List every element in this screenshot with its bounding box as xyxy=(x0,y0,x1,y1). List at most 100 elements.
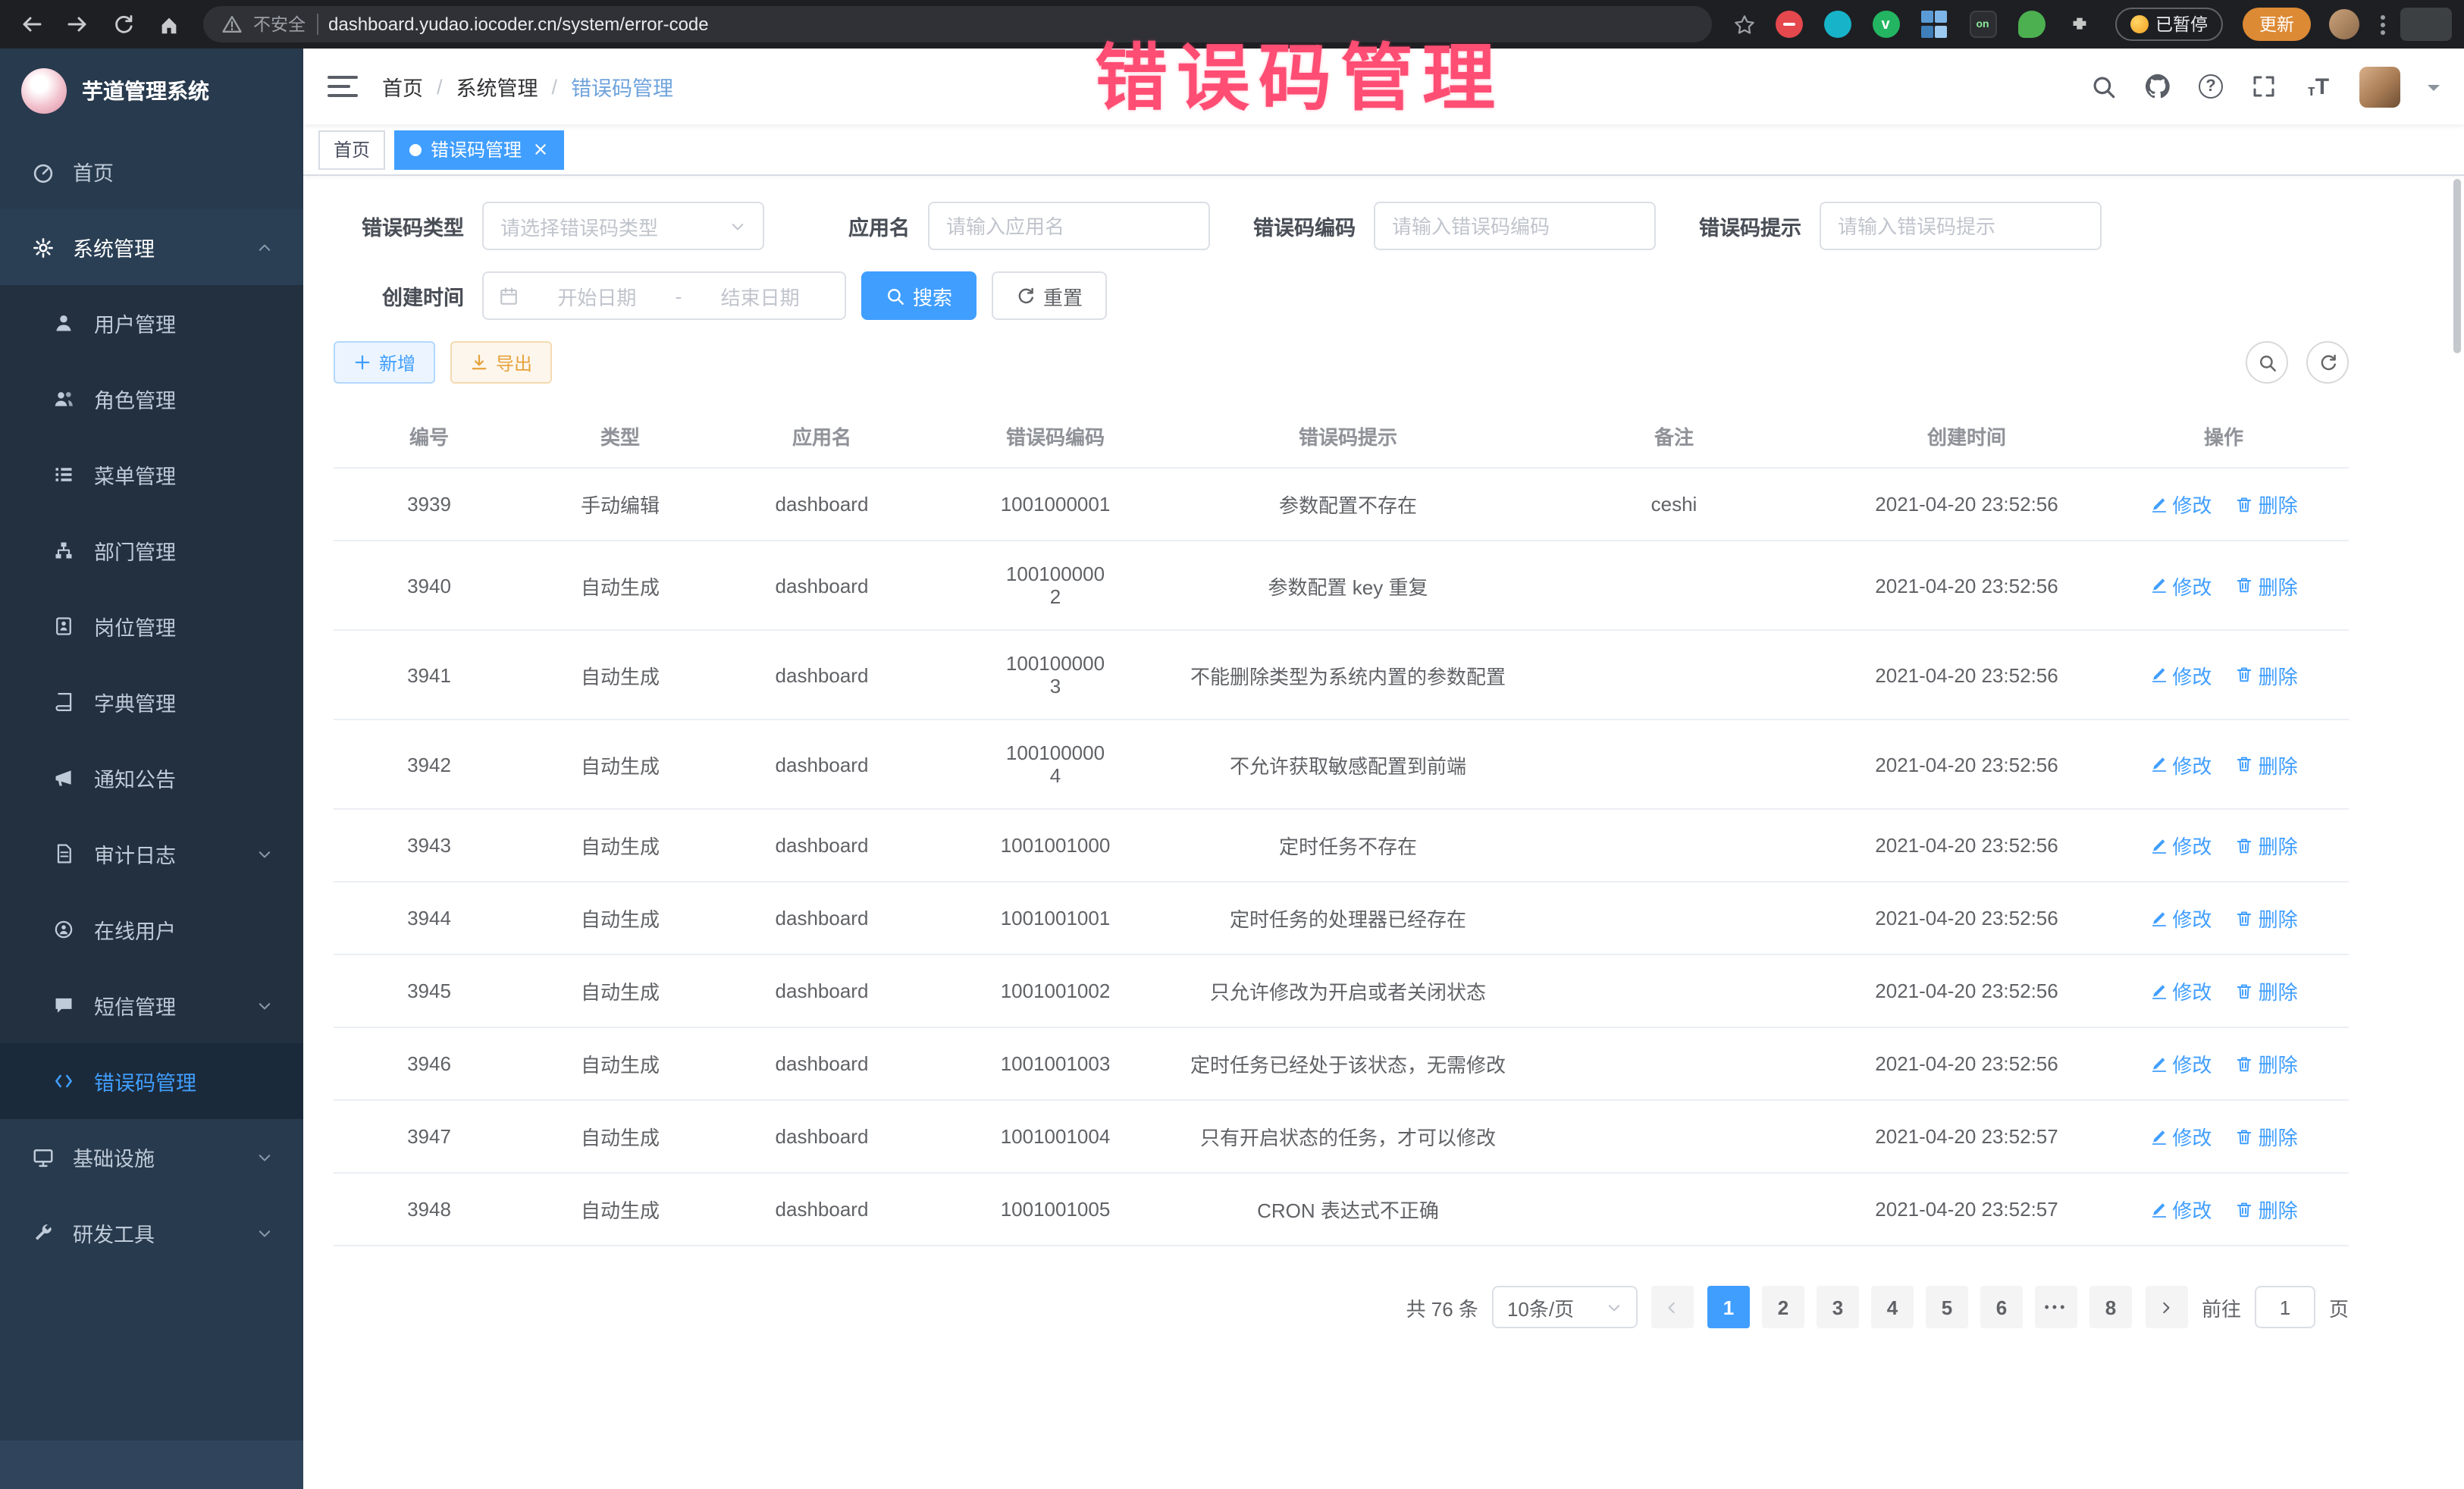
edit-link[interactable]: 修改 xyxy=(2149,571,2212,600)
page-scrollbar[interactable] xyxy=(2453,179,2461,353)
sidebar-item-dictionary[interactable]: 字典管理 xyxy=(0,664,303,740)
page-button[interactable]: 6 xyxy=(1980,1286,2023,1328)
delete-link[interactable]: 删除 xyxy=(2236,490,2298,519)
page-button[interactable]: 8 xyxy=(2089,1286,2132,1328)
sidebar-item-system[interactable]: 系统管理 xyxy=(0,209,303,285)
extension-drop-icon[interactable] xyxy=(1823,11,1851,38)
sidebar-item-roles[interactable]: 角色管理 xyxy=(0,361,303,437)
page-size-select[interactable]: 10条/页 xyxy=(1492,1286,1638,1328)
toggle-search-button[interactable] xyxy=(2246,341,2288,384)
page-button[interactable]: 4 xyxy=(1871,1286,1914,1328)
side-panel-button[interactable] xyxy=(2400,8,2452,41)
page-button[interactable]: ••• xyxy=(2035,1286,2077,1328)
forward-icon[interactable] xyxy=(58,5,97,44)
edit-link[interactable]: 修改 xyxy=(2149,660,2212,689)
reload-icon[interactable] xyxy=(103,5,143,44)
cell-code: 100100000 3 xyxy=(928,630,1183,719)
extension-v-icon[interactable]: v xyxy=(1872,11,1899,38)
avatar-caret-icon[interactable] xyxy=(2428,84,2440,96)
paused-badge[interactable]: 已暂停 xyxy=(2114,8,2223,41)
back-icon[interactable] xyxy=(12,5,52,44)
delete-link[interactable]: 删除 xyxy=(2236,1122,2298,1151)
cell-remark xyxy=(1513,955,1835,1027)
prev-page-button[interactable] xyxy=(1651,1286,1694,1328)
next-page-button[interactable] xyxy=(2146,1286,2188,1328)
page-button[interactable]: 5 xyxy=(1926,1286,1968,1328)
sidebar-item-sms[interactable]: 短信管理 xyxy=(0,967,303,1043)
cell-time: 2021-04-20 23:52:57 xyxy=(1835,1173,2099,1246)
add-button[interactable]: 新增 xyxy=(334,341,435,384)
delete-link[interactable]: 删除 xyxy=(2236,660,2298,689)
app-logo[interactable]: 芋道管理系统 xyxy=(0,49,303,133)
sidebar-item-users[interactable]: 用户管理 xyxy=(0,285,303,361)
delete-link[interactable]: 删除 xyxy=(2236,750,2298,779)
page-button[interactable]: 1 xyxy=(1707,1286,1750,1328)
extension-proxy-icon[interactable]: on xyxy=(1969,11,1996,38)
sidebar-item-posts[interactable]: 岗位管理 xyxy=(0,588,303,664)
delete-link[interactable]: 删除 xyxy=(2236,904,2298,933)
edit-link[interactable]: 修改 xyxy=(2149,1049,2212,1078)
reset-button[interactable]: 重置 xyxy=(992,271,1107,320)
sidebar-item-audit-log[interactable]: 审计日志 xyxy=(0,816,303,892)
sidebar-item-departments[interactable]: 部门管理 xyxy=(0,513,303,588)
column-header-remark: 备注 xyxy=(1513,405,1835,468)
home-icon[interactable] xyxy=(149,5,188,44)
breadcrumb-home[interactable]: 首页 xyxy=(382,71,423,102)
bookmark-star-icon[interactable] xyxy=(1732,13,1755,36)
edit-link[interactable]: 修改 xyxy=(2149,490,2212,519)
extension-adblock-icon[interactable] xyxy=(1775,11,1802,38)
browser-update-button[interactable]: 更新 xyxy=(2243,8,2311,41)
delete-link[interactable]: 删除 xyxy=(2236,1195,2298,1224)
edit-link[interactable]: 修改 xyxy=(2149,831,2212,860)
user-avatar[interactable] xyxy=(2359,66,2400,107)
table-row: 3941 自动生成 dashboard 100100000 3 不能删除类型为系… xyxy=(334,630,2349,719)
tab-home[interactable]: 首页 xyxy=(318,130,385,169)
edit-link[interactable]: 修改 xyxy=(2149,904,2212,933)
sidebar-item-notices[interactable]: 通知公告 xyxy=(0,740,303,816)
error-message-input[interactable] xyxy=(1838,215,2083,237)
sidebar-item-error-code[interactable]: 错误码管理 xyxy=(0,1043,303,1119)
error-code-input[interactable] xyxy=(1392,215,1638,237)
sidebar-item-online-users[interactable]: 在线用户 xyxy=(0,892,303,967)
tab-error-code[interactable]: 错误码管理 xyxy=(394,130,564,169)
cell-actions: 修改 删除 xyxy=(2099,541,2349,630)
error-type-select[interactable]: 请选择错误码类型 xyxy=(482,202,764,250)
filter-row-1: 错误码类型 请选择错误码类型 应用名 错误码编码 xyxy=(334,202,2349,250)
cell-message: CRON 表达式不正确 xyxy=(1183,1173,1513,1246)
page-button[interactable]: 3 xyxy=(1817,1286,1859,1328)
search-icon[interactable] xyxy=(2089,73,2117,100)
breadcrumb-system[interactable]: 系统管理 xyxy=(456,71,538,102)
extension-grid-icon[interactable] xyxy=(1920,11,1948,38)
edit-link[interactable]: 修改 xyxy=(2149,1195,2212,1224)
edit-link[interactable]: 修改 xyxy=(2149,976,2212,1005)
extensions-puzzle-icon[interactable] xyxy=(2066,11,2093,38)
hamburger-icon[interactable] xyxy=(328,76,358,97)
fullscreen-icon[interactable] xyxy=(2250,73,2277,100)
close-icon[interactable] xyxy=(531,140,549,158)
delete-link[interactable]: 删除 xyxy=(2236,571,2298,600)
help-icon[interactable] xyxy=(2199,74,2223,99)
sidebar-item-menus[interactable]: 菜单管理 xyxy=(0,437,303,513)
delete-link[interactable]: 删除 xyxy=(2236,831,2298,860)
font-size-icon[interactable] xyxy=(2305,73,2332,100)
extension-bird-icon[interactable] xyxy=(2017,11,2045,38)
refresh-button[interactable] xyxy=(2306,341,2349,384)
search-button[interactable]: 搜索 xyxy=(861,271,977,320)
column-header-id: 编号 xyxy=(334,405,525,468)
browser-profile-avatar[interactable] xyxy=(2329,9,2359,39)
app-name-input[interactable] xyxy=(946,215,1192,237)
delete-link[interactable]: 删除 xyxy=(2236,976,2298,1005)
date-range-picker[interactable]: 开始日期 - 结束日期 xyxy=(482,271,846,320)
page-button[interactable]: 2 xyxy=(1762,1286,1804,1328)
sidebar-item-infrastructure[interactable]: 基础设施 xyxy=(0,1119,303,1195)
sidebar-item-dev-tools[interactable]: 研发工具 xyxy=(0,1195,303,1271)
goto-page-input[interactable] xyxy=(2255,1286,2315,1328)
github-icon[interactable] xyxy=(2144,73,2171,100)
edit-link[interactable]: 修改 xyxy=(2149,750,2212,779)
cell-remark xyxy=(1513,1100,1835,1173)
edit-link[interactable]: 修改 xyxy=(2149,1122,2212,1151)
browser-menu-icon[interactable] xyxy=(2381,14,2385,34)
sidebar-item-home[interactable]: 首页 xyxy=(0,133,303,209)
export-button[interactable]: 导出 xyxy=(450,341,552,384)
delete-link[interactable]: 删除 xyxy=(2236,1049,2298,1078)
